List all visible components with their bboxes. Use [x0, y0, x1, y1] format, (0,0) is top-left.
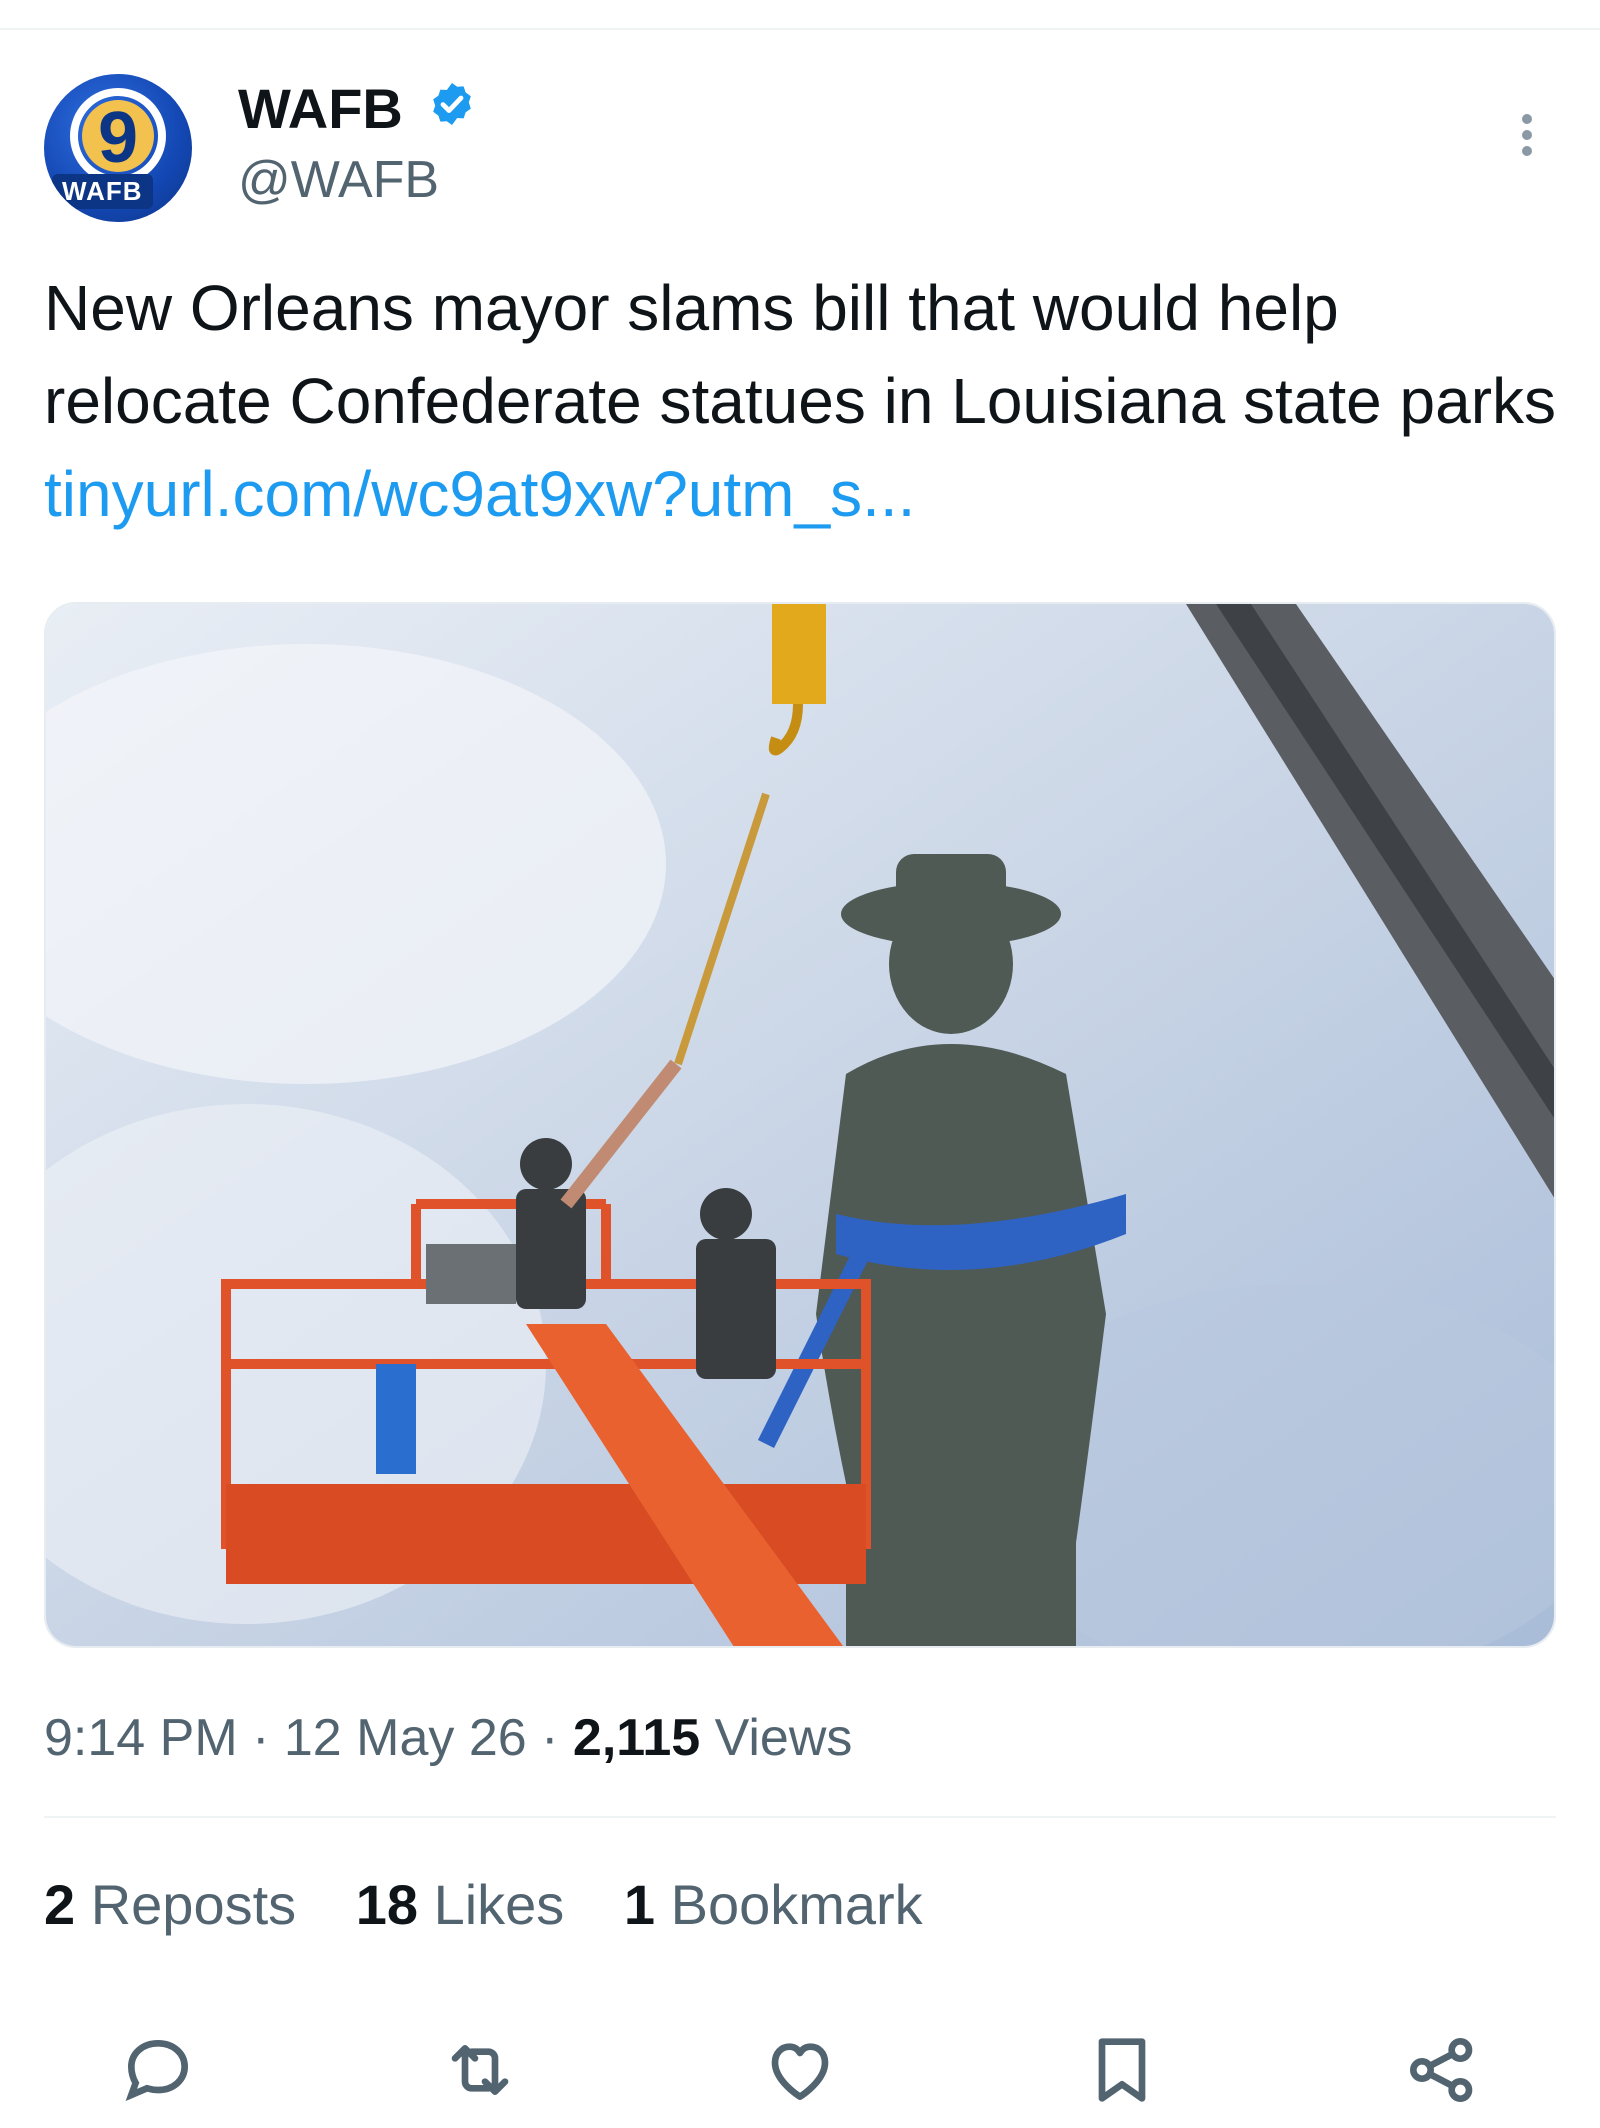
bookmark-icon: [1098, 2038, 1146, 2102]
tweet-date[interactable]: 12 May 26: [284, 1709, 527, 1767]
reposts-stat[interactable]: 2 Reposts: [44, 1873, 296, 1936]
likes-label: Likes: [433, 1873, 565, 1936]
engagement-stats: 2 Reposts 18 Likes 1 Bookmark: [44, 1872, 967, 1937]
tweet-body: New Orleans mayor slams bill that would …: [44, 272, 1557, 437]
tweet-text: New Orleans mayor slams bill that would …: [44, 262, 1564, 541]
reposts-count: 2: [44, 1873, 76, 1936]
like-button[interactable]: [760, 2030, 840, 2110]
meta-separator: ·: [526, 1709, 573, 1767]
views-count: 2,115: [572, 1709, 701, 1767]
tweet-time[interactable]: 9:14 PM: [44, 1709, 238, 1767]
tweet-link[interactable]: tinyurl.com/wc9at9xw?utm_s...: [44, 458, 915, 530]
bookmarks-label: Bookmark: [670, 1873, 923, 1936]
statue-photo: [46, 604, 1554, 1646]
reposts-label: Reposts: [90, 1873, 297, 1936]
avatar-label: WAFB: [52, 174, 153, 209]
divider: [44, 1816, 1556, 1818]
likes-count: 18: [355, 1873, 419, 1936]
bookmarks-count: 1: [623, 1873, 656, 1936]
reply-button[interactable]: [118, 2030, 198, 2110]
tweet-meta: 9:14 PM · 12 May 26 · 2,115 Views: [44, 1708, 852, 1768]
share-icon: [1410, 2038, 1473, 2102]
tweet-image[interactable]: [44, 602, 1556, 1648]
avatar[interactable]: 9 WAFB: [44, 74, 192, 222]
bookmark-button[interactable]: [1082, 2030, 1162, 2110]
reply-icon: [125, 2039, 189, 2102]
top-divider: [0, 28, 1600, 30]
display-name[interactable]: WAFB: [238, 76, 403, 141]
heart-icon: [771, 2043, 829, 2100]
share-button[interactable]: [1402, 2030, 1482, 2110]
repost-icon: [451, 2045, 509, 2095]
handle[interactable]: @WAFB: [238, 150, 439, 210]
verified-badge-icon: [433, 83, 471, 125]
more-vertical-icon[interactable]: [1512, 110, 1542, 166]
views-label: Views: [714, 1709, 853, 1767]
svg-text:9: 9: [98, 98, 138, 178]
meta-separator: ·: [237, 1709, 284, 1767]
repost-button[interactable]: [440, 2030, 520, 2110]
bookmarks-stat[interactable]: 1 Bookmark: [624, 1873, 923, 1936]
likes-stat[interactable]: 18 Likes: [356, 1873, 565, 1936]
